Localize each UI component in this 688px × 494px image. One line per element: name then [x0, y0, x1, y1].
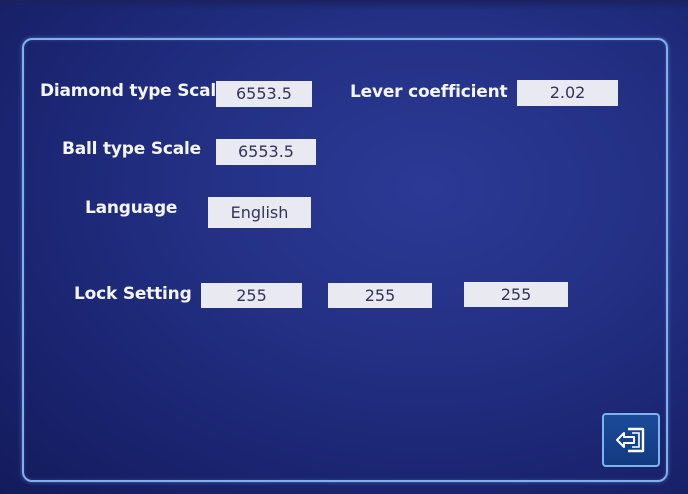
exit-button[interactable]	[602, 413, 660, 467]
settings-screen: Diamond type Scal 6553.5 Lever coefficie…	[0, 0, 688, 494]
ball-scale-label: Ball type Scale	[62, 139, 201, 159]
top-edge	[0, 0, 688, 10]
diamond-scale-label: Diamond type Scal	[40, 81, 217, 101]
diamond-scale-field[interactable]: 6553.5	[216, 81, 312, 107]
lock-setting-field-2[interactable]: 255	[328, 283, 432, 308]
ball-scale-field[interactable]: 6553.5	[216, 139, 316, 165]
lever-coefficient-label: Lever coefficient	[350, 82, 508, 102]
lock-setting-label: Lock Setting	[74, 284, 192, 304]
lever-coefficient-field[interactable]: 2.02	[517, 80, 618, 106]
exit-icon	[614, 425, 648, 455]
lock-setting-field-1[interactable]: 255	[201, 283, 302, 308]
language-label: Language	[85, 198, 178, 218]
lock-setting-field-3[interactable]: 255	[464, 282, 568, 307]
language-selector[interactable]: English	[208, 197, 311, 228]
